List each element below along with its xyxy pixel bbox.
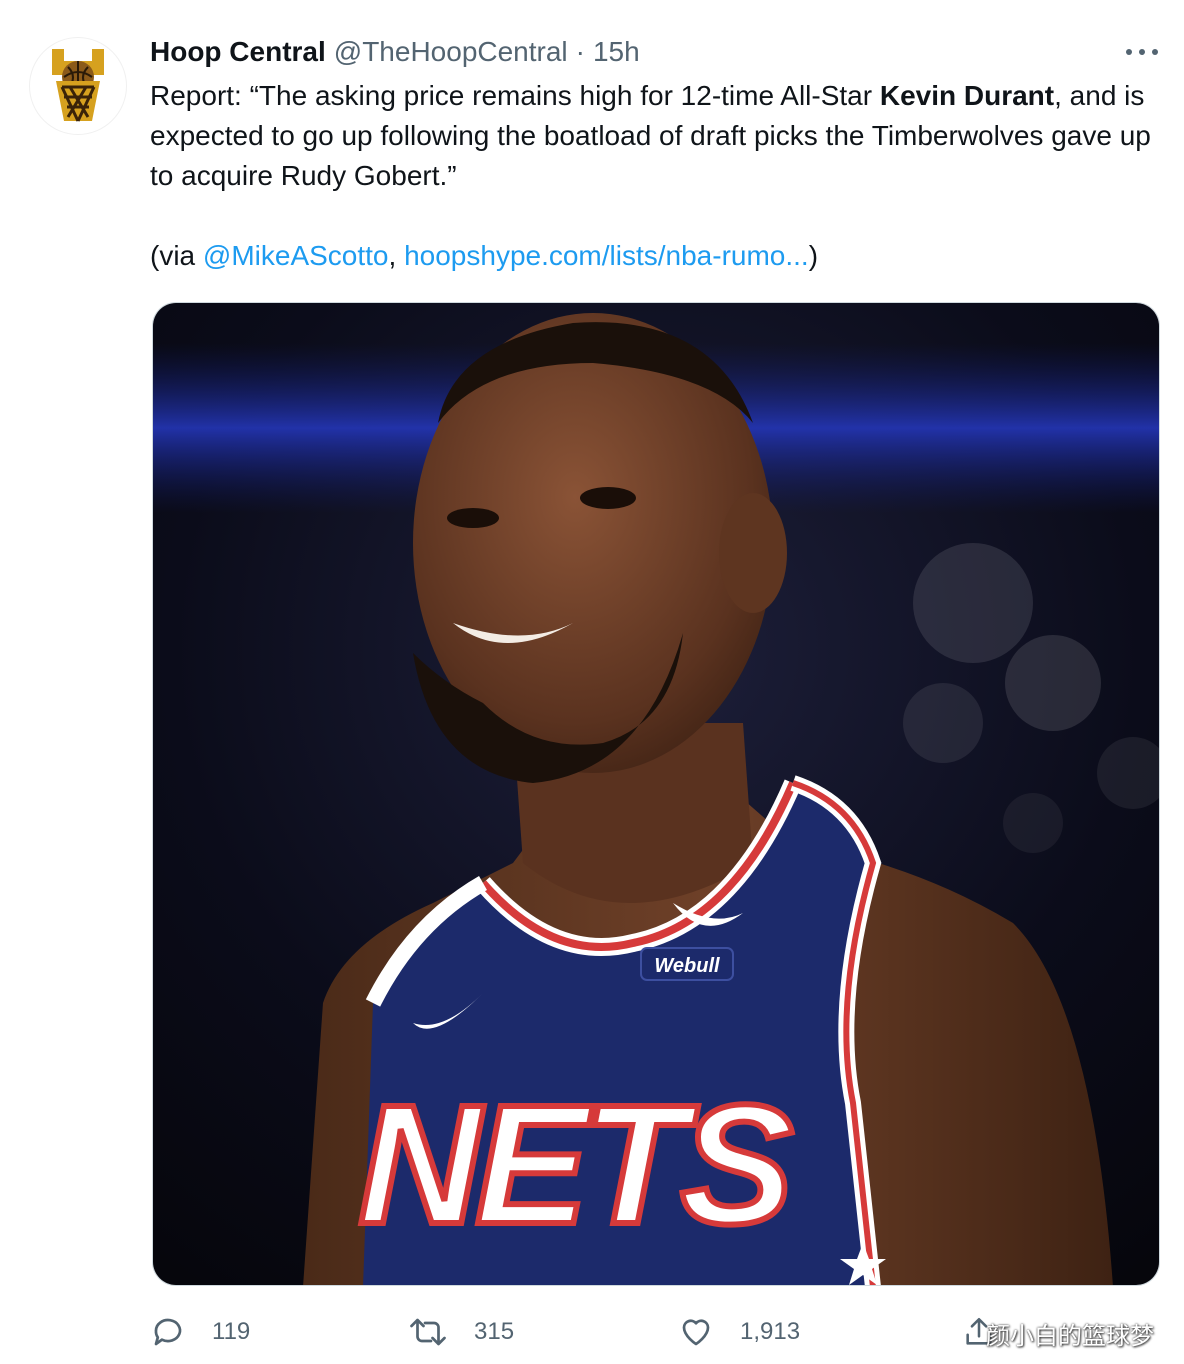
like-count: 1,913 bbox=[740, 1318, 801, 1345]
dot-icon bbox=[1152, 49, 1158, 55]
dot-icon bbox=[1126, 49, 1132, 55]
author-handle[interactable]: @TheHoopCentral bbox=[334, 36, 568, 68]
tweet-source-line: (via @MikeAScotto, hoopshype.com/lists/n… bbox=[150, 236, 818, 276]
via-prefix: (via bbox=[150, 240, 203, 271]
reply-count: 119 bbox=[212, 1318, 251, 1345]
more-options-button[interactable] bbox=[1122, 40, 1162, 64]
retweet-count: 315 bbox=[474, 1318, 515, 1345]
heart-icon bbox=[682, 1319, 710, 1346]
sponsor-patch: Webull bbox=[654, 955, 720, 977]
retweet-icon bbox=[410, 1318, 446, 1346]
watermark: 颜小白的篮球梦 bbox=[986, 1323, 1154, 1350]
tweet-text-intro: Report: “The asking price remains high f… bbox=[150, 80, 880, 111]
reply-icon bbox=[154, 1318, 182, 1346]
dot-icon bbox=[1139, 49, 1145, 55]
basketball-hoop-logo-icon bbox=[52, 49, 104, 122]
tweet-text-bold-name: Kevin Durant bbox=[879, 80, 1055, 111]
tweet-photo[interactable]: Webull NETS bbox=[152, 302, 1160, 1286]
via-suffix: ) bbox=[808, 240, 819, 271]
retweet-button[interactable]: 315 bbox=[408, 1308, 514, 1356]
tweet-card[interactable]: Hoop Central @TheHoopCentral · 15h Repor… bbox=[0, 0, 1184, 1364]
like-button[interactable]: 1,913 bbox=[678, 1308, 800, 1356]
tweet-header: Hoop Central @TheHoopCentral · 15h bbox=[150, 34, 640, 70]
mention-link[interactable]: @MikeAScotto bbox=[203, 240, 389, 271]
reply-button[interactable]: 119 bbox=[150, 1308, 250, 1356]
tweet-text: Report: “The asking price remains high f… bbox=[150, 76, 1160, 196]
url-link[interactable]: hoopshype.com/lists/nba-rumo... bbox=[404, 240, 809, 271]
avatar[interactable] bbox=[30, 38, 126, 134]
author-name[interactable]: Hoop Central bbox=[150, 36, 326, 68]
via-comma: , bbox=[388, 240, 405, 271]
timestamp[interactable]: 15h bbox=[593, 36, 640, 68]
separator: · bbox=[575, 36, 585, 67]
jersey-wordmark: NETS bbox=[358, 1070, 792, 1260]
